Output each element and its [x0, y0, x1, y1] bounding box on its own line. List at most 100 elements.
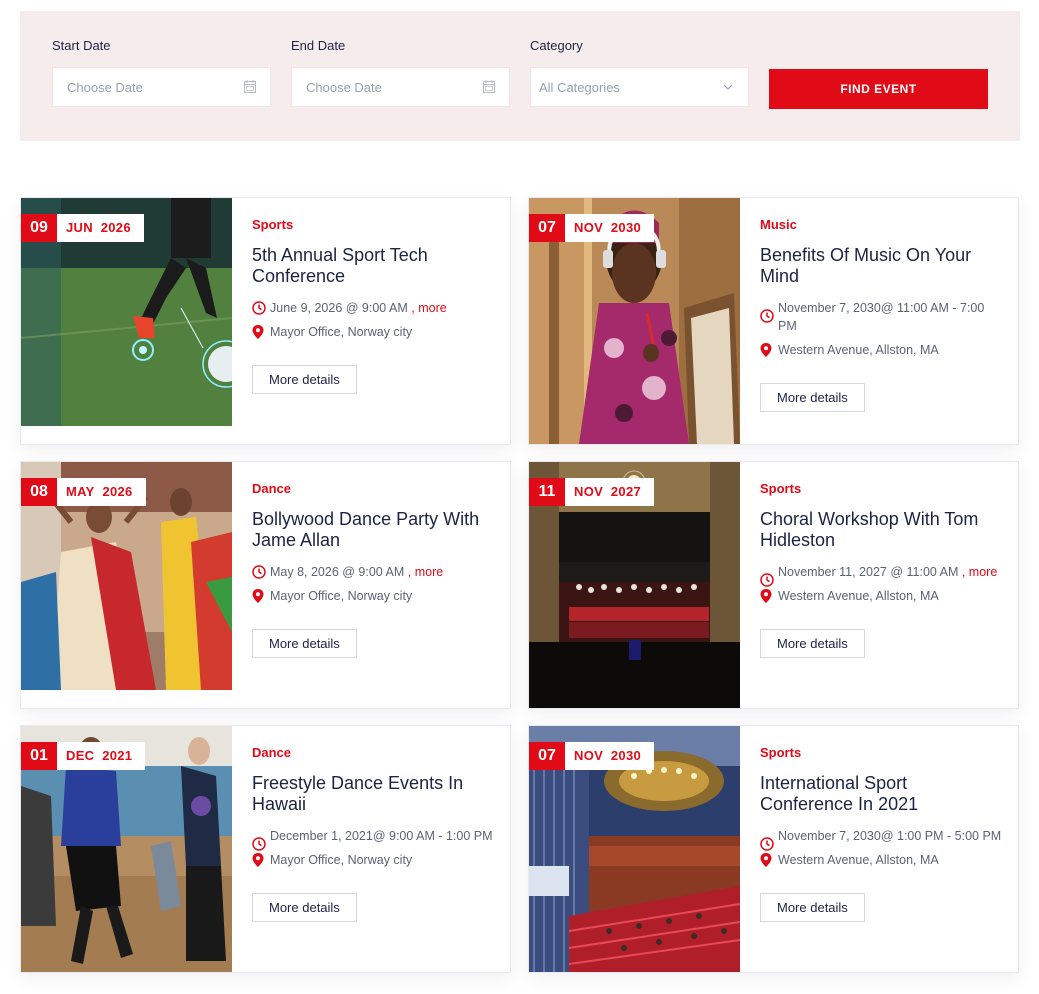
event-time: November 11, 2027 @ 11:00 AM , more [760, 563, 1005, 587]
event-body: Dance Freestyle Dance Events In Hawaii D… [252, 745, 497, 922]
location-pin-icon [760, 853, 772, 867]
event-more-link[interactable]: , more [404, 565, 443, 579]
event-more-link[interactable]: , more [408, 301, 446, 315]
event-category[interactable]: Sports [760, 481, 1005, 496]
event-month-year: NOV 2027 [565, 478, 655, 506]
event-time-text: November 11, 2027 @ 11:00 AM [778, 565, 959, 579]
event-body: Music Benefits Of Music On Your Mind Nov… [760, 217, 1005, 412]
location-pin-icon [252, 853, 264, 867]
event-location: Western Avenue, Allston, MA [760, 851, 1005, 869]
event-card: 01 DEC 2021 Dance Freestyle Dance Events… [20, 725, 511, 973]
event-title[interactable]: International Sport Conference In 2021 [760, 773, 1005, 814]
event-time-text: May 8, 2026 @ 9:00 AM [270, 565, 405, 579]
category-label: Category [530, 38, 583, 53]
category-select[interactable]: All Categories [530, 67, 749, 107]
event-month: NOV [574, 748, 604, 763]
more-details-button[interactable]: More details [760, 629, 865, 658]
more-details-button[interactable]: More details [760, 893, 865, 922]
event-time: November 7, 2030@ 1:00 PM - 5:00 PM [760, 827, 1005, 851]
clock-icon [760, 309, 774, 323]
event-month-year: DEC 2021 [57, 742, 146, 770]
event-card: 07 NOV 2030 Sports International Sport C… [528, 725, 1019, 973]
event-date-badge: 09 JUN 2026 [21, 214, 144, 242]
find-event-button[interactable]: FIND EVENT [769, 69, 988, 109]
event-location-text: Mayor Office, Norway city [270, 589, 413, 603]
chevron-down-icon [723, 84, 733, 90]
event-location: Western Avenue, Allston, MA [760, 341, 1005, 359]
event-year: 2030 [610, 220, 642, 235]
event-day: 07 [529, 742, 565, 770]
event-month-year: NOV 2030 [565, 742, 655, 770]
event-location: Mayor Office, Norway city [252, 587, 497, 605]
event-category[interactable]: Sports [760, 745, 1005, 760]
event-time-text: June 9, 2026 @ 9:00 AM [270, 301, 408, 315]
event-date-badge: 01 DEC 2021 [21, 742, 146, 770]
event-day: 07 [529, 214, 565, 242]
event-title[interactable]: Choral Workshop With Tom Hidleston [760, 509, 1005, 550]
event-year: 2026 [102, 484, 133, 499]
event-body: Sports 5th Annual Sport Tech Conference … [252, 217, 497, 394]
calendar-icon [483, 80, 495, 93]
more-details-button[interactable]: More details [252, 629, 357, 658]
start-date-input[interactable]: Choose Date [52, 67, 271, 107]
more-details-button[interactable]: More details [252, 893, 357, 922]
clock-icon [252, 301, 266, 315]
event-title[interactable]: 5th Annual Sport Tech Conference [252, 245, 497, 286]
event-time-text: December 1, 2021@ 9:00 AM - 1:00 PM [270, 829, 493, 843]
more-details-button[interactable]: More details [760, 383, 865, 412]
event-card: 08 MAY 2026 Dance Bollywood Dance Party … [20, 461, 511, 709]
calendar-icon [244, 80, 256, 93]
end-date-input[interactable]: Choose Date [291, 67, 510, 107]
event-day: 01 [21, 742, 57, 770]
location-pin-icon [252, 589, 264, 603]
event-month: JUN [66, 220, 93, 235]
event-date-badge: 11 NOV 2027 [529, 478, 655, 506]
location-pin-icon [760, 343, 772, 357]
event-date-badge: 07 NOV 2030 [529, 214, 655, 242]
start-date-label: Start Date [52, 38, 111, 53]
event-card: 09 JUN 2026 Sports 5th Annual Sport Tech… [20, 197, 511, 445]
event-month: DEC [66, 748, 95, 763]
event-month-year: NOV 2030 [565, 214, 655, 242]
category-select-value: All Categories [539, 80, 620, 95]
end-date-label: End Date [291, 38, 346, 53]
event-card: 11 NOV 2027 Sports Choral Workshop With … [528, 461, 1019, 709]
event-location-text: Western Avenue, Allston, MA [778, 853, 939, 867]
event-location-text: Western Avenue, Allston, MA [778, 343, 939, 357]
clock-icon [760, 837, 774, 851]
event-title[interactable]: Freestyle Dance Events In Hawaii [252, 773, 497, 814]
location-pin-icon [760, 589, 772, 603]
clock-icon [760, 573, 774, 587]
event-more-link[interactable]: , more [958, 565, 997, 579]
event-filter-bar: Start Date Choose Date End Date Choose D… [20, 11, 1020, 141]
event-body: Dance Bollywood Dance Party With Jame Al… [252, 481, 497, 658]
clock-icon [252, 565, 266, 579]
more-details-button[interactable]: More details [252, 365, 357, 394]
event-year: 2021 [102, 748, 133, 763]
event-month: NOV [574, 484, 604, 499]
event-location: Mayor Office, Norway city [252, 851, 497, 869]
event-category[interactable]: Dance [252, 745, 497, 760]
event-time: June 9, 2026 @ 9:00 AM , more [252, 299, 497, 317]
event-time: November 7, 2030@ 11:00 AM - 7:00 PM [760, 299, 1005, 335]
event-category[interactable]: Sports [252, 217, 497, 232]
event-time-text: November 7, 2030@ 1:00 PM - 5:00 PM [778, 829, 1002, 843]
event-title[interactable]: Bollywood Dance Party With Jame Allan [252, 509, 497, 550]
start-date-placeholder: Choose Date [67, 80, 143, 95]
event-day: 11 [529, 478, 565, 506]
event-location-text: Mayor Office, Norway city [270, 853, 413, 867]
event-category[interactable]: Dance [252, 481, 497, 496]
event-year: 2026 [100, 220, 131, 235]
event-location: Western Avenue, Allston, MA [760, 587, 1005, 605]
event-year: 2030 [610, 748, 642, 763]
event-body: Sports International Sport Conference In… [760, 745, 1005, 922]
event-month-year: JUN 2026 [57, 214, 144, 242]
event-month: NOV [574, 220, 604, 235]
event-time-text: November 7, 2030@ 11:00 AM - 7:00 PM [778, 301, 985, 333]
event-category[interactable]: Music [760, 217, 1005, 232]
location-pin-icon [252, 325, 264, 339]
event-title[interactable]: Benefits Of Music On Your Mind [760, 245, 1005, 286]
event-time: December 1, 2021@ 9:00 AM - 1:00 PM [252, 827, 497, 851]
event-day: 08 [21, 478, 57, 506]
event-month-year: MAY 2026 [57, 478, 146, 506]
